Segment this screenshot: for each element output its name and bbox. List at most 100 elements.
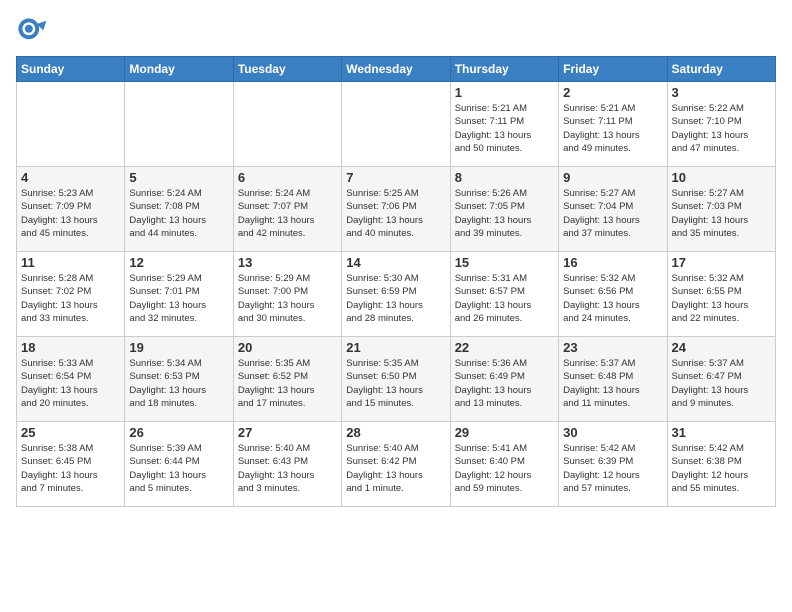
- day-cell: 14Sunrise: 5:30 AM Sunset: 6:59 PM Dayli…: [342, 252, 450, 337]
- header-row: SundayMondayTuesdayWednesdayThursdayFrid…: [17, 57, 776, 82]
- page-header: [16, 16, 776, 48]
- day-number: 23: [563, 340, 662, 355]
- day-info: Sunrise: 5:22 AM Sunset: 7:10 PM Dayligh…: [672, 102, 771, 155]
- day-number: 4: [21, 170, 120, 185]
- day-number: 30: [563, 425, 662, 440]
- day-number: 15: [455, 255, 554, 270]
- day-number: 27: [238, 425, 337, 440]
- day-cell: 19Sunrise: 5:34 AM Sunset: 6:53 PM Dayli…: [125, 337, 233, 422]
- day-cell: 25 Sunrise: 5:38 AM Sunset: 6:45 PM Dayli…: [17, 422, 125, 507]
- day-info: Sunrise: 5:33 AM Sunset: 6:54 PM Dayligh…: [21, 357, 120, 410]
- header-cell-friday: Friday: [559, 57, 667, 82]
- day-cell: 16 Sunrise: 5:32 AM Sunset: 6:56 PM Dayli…: [559, 252, 667, 337]
- day-cell: 31 Sunrise: 5:42 AM Sunset: 6:38 PM Dayli…: [667, 422, 775, 507]
- day-number: 26: [129, 425, 228, 440]
- day-info: Sunrise: 5:37 AM Sunset: 6:47 PM Dayligh…: [672, 357, 771, 410]
- day-cell: 11 Sunrise: 5:28 AM Sunset: 7:02 PM Dayli…: [17, 252, 125, 337]
- day-info: Sunrise: 5:40 AM Sunset: 6:42 PM Dayligh…: [346, 442, 445, 495]
- day-cell: 26 Sunrise: 5:39 AM Sunset: 6:44 PM Dayli…: [125, 422, 233, 507]
- day-info: Sunrise: 5:26 AM Sunset: 7:05 PM Dayligh…: [455, 187, 554, 240]
- day-number: 25: [21, 425, 120, 440]
- day-info: Sunrise: 5:41 AM Sunset: 6:40 PM Dayligh…: [455, 442, 554, 495]
- day-cell: 2 Sunrise: 5:21 AM Sunset: 7:11 PM Daylig…: [559, 82, 667, 167]
- day-cell: 29 Sunrise: 5:41 AM Sunset: 6:40 PM Dayli…: [450, 422, 558, 507]
- day-info: Sunrise: 5:32 AM Sunset: 6:56 PM Dayligh…: [563, 272, 662, 325]
- day-cell: 27 Sunrise: 5:40 AM Sunset: 6:43 PM Dayli…: [233, 422, 341, 507]
- day-info: Sunrise: 5:29 AM Sunset: 7:01 PM Dayligh…: [129, 272, 228, 325]
- week-row-1: 1 Sunrise: 5:21 AM Sunset: 7:11 PM Daylig…: [17, 82, 776, 167]
- day-number: 3: [672, 85, 771, 100]
- day-cell: [17, 82, 125, 167]
- day-info: Sunrise: 5:37 AM Sunset: 6:48 PM Dayligh…: [563, 357, 662, 410]
- day-number: 14: [346, 255, 445, 270]
- day-number: 10: [672, 170, 771, 185]
- day-number: 13: [238, 255, 337, 270]
- day-cell: 5Sunrise: 5:24 AM Sunset: 7:08 PM Daylig…: [125, 167, 233, 252]
- week-row-5: 25 Sunrise: 5:38 AM Sunset: 6:45 PM Dayli…: [17, 422, 776, 507]
- day-cell: 18 Sunrise: 5:33 AM Sunset: 6:54 PM Dayli…: [17, 337, 125, 422]
- day-cell: 24Sunrise: 5:37 AM Sunset: 6:47 PM Dayli…: [667, 337, 775, 422]
- day-number: 11: [21, 255, 120, 270]
- day-info: Sunrise: 5:24 AM Sunset: 7:07 PM Dayligh…: [238, 187, 337, 240]
- day-number: 20: [238, 340, 337, 355]
- day-number: 7: [346, 170, 445, 185]
- day-cell: 6 Sunrise: 5:24 AM Sunset: 7:07 PM Daylig…: [233, 167, 341, 252]
- day-cell: 1 Sunrise: 5:21 AM Sunset: 7:11 PM Daylig…: [450, 82, 558, 167]
- calendar-header: SundayMondayTuesdayWednesdayThursdayFrid…: [17, 57, 776, 82]
- day-info: Sunrise: 5:35 AM Sunset: 6:50 PM Dayligh…: [346, 357, 445, 410]
- day-info: Sunrise: 5:28 AM Sunset: 7:02 PM Dayligh…: [21, 272, 120, 325]
- day-cell: 30Sunrise: 5:42 AM Sunset: 6:39 PM Dayli…: [559, 422, 667, 507]
- day-info: Sunrise: 5:42 AM Sunset: 6:38 PM Dayligh…: [672, 442, 771, 495]
- day-info: Sunrise: 5:27 AM Sunset: 7:03 PM Dayligh…: [672, 187, 771, 240]
- day-info: Sunrise: 5:34 AM Sunset: 6:53 PM Dayligh…: [129, 357, 228, 410]
- day-info: Sunrise: 5:39 AM Sunset: 6:44 PM Dayligh…: [129, 442, 228, 495]
- day-info: Sunrise: 5:21 AM Sunset: 7:11 PM Dayligh…: [455, 102, 554, 155]
- day-cell: 9Sunrise: 5:27 AM Sunset: 7:04 PM Daylig…: [559, 167, 667, 252]
- header-cell-saturday: Saturday: [667, 57, 775, 82]
- day-info: Sunrise: 5:27 AM Sunset: 7:04 PM Dayligh…: [563, 187, 662, 240]
- day-info: Sunrise: 5:38 AM Sunset: 6:45 PM Dayligh…: [21, 442, 120, 495]
- calendar-body: 1 Sunrise: 5:21 AM Sunset: 7:11 PM Daylig…: [17, 82, 776, 507]
- logo: [16, 16, 52, 48]
- day-number: 2: [563, 85, 662, 100]
- week-row-4: 18 Sunrise: 5:33 AM Sunset: 6:54 PM Dayli…: [17, 337, 776, 422]
- day-info: Sunrise: 5:32 AM Sunset: 6:55 PM Dayligh…: [672, 272, 771, 325]
- header-cell-monday: Monday: [125, 57, 233, 82]
- day-number: 1: [455, 85, 554, 100]
- day-number: 31: [672, 425, 771, 440]
- day-number: 17: [672, 255, 771, 270]
- day-cell: 13 Sunrise: 5:29 AM Sunset: 7:00 PM Dayli…: [233, 252, 341, 337]
- header-cell-sunday: Sunday: [17, 57, 125, 82]
- day-cell: 4Sunrise: 5:23 AM Sunset: 7:09 PM Daylig…: [17, 167, 125, 252]
- day-cell: 17 Sunrise: 5:32 AM Sunset: 6:55 PM Dayli…: [667, 252, 775, 337]
- day-cell: [233, 82, 341, 167]
- day-number: 21: [346, 340, 445, 355]
- day-number: 28: [346, 425, 445, 440]
- day-number: 12: [129, 255, 228, 270]
- day-info: Sunrise: 5:25 AM Sunset: 7:06 PM Dayligh…: [346, 187, 445, 240]
- week-row-2: 4Sunrise: 5:23 AM Sunset: 7:09 PM Daylig…: [17, 167, 776, 252]
- day-number: 16: [563, 255, 662, 270]
- day-info: Sunrise: 5:29 AM Sunset: 7:00 PM Dayligh…: [238, 272, 337, 325]
- day-cell: 10 Sunrise: 5:27 AM Sunset: 7:03 PM Dayli…: [667, 167, 775, 252]
- calendar-table: SundayMondayTuesdayWednesdayThursdayFrid…: [16, 56, 776, 507]
- day-info: Sunrise: 5:21 AM Sunset: 7:11 PM Dayligh…: [563, 102, 662, 155]
- day-cell: 12 Sunrise: 5:29 AM Sunset: 7:01 PM Dayli…: [125, 252, 233, 337]
- day-number: 18: [21, 340, 120, 355]
- day-info: Sunrise: 5:35 AM Sunset: 6:52 PM Dayligh…: [238, 357, 337, 410]
- logo-icon: [16, 16, 48, 48]
- header-cell-thursday: Thursday: [450, 57, 558, 82]
- day-number: 6: [238, 170, 337, 185]
- header-cell-wednesday: Wednesday: [342, 57, 450, 82]
- day-cell: 23 Sunrise: 5:37 AM Sunset: 6:48 PM Dayli…: [559, 337, 667, 422]
- header-cell-tuesday: Tuesday: [233, 57, 341, 82]
- day-info: Sunrise: 5:40 AM Sunset: 6:43 PM Dayligh…: [238, 442, 337, 495]
- day-number: 29: [455, 425, 554, 440]
- day-cell: 21 Sunrise: 5:35 AM Sunset: 6:50 PM Dayli…: [342, 337, 450, 422]
- day-info: Sunrise: 5:36 AM Sunset: 6:49 PM Dayligh…: [455, 357, 554, 410]
- day-cell: 7 Sunrise: 5:25 AM Sunset: 7:06 PM Daylig…: [342, 167, 450, 252]
- day-cell: 28 Sunrise: 5:40 AM Sunset: 6:42 PM Dayli…: [342, 422, 450, 507]
- day-info: Sunrise: 5:31 AM Sunset: 6:57 PM Dayligh…: [455, 272, 554, 325]
- day-cell: 8Sunrise: 5:26 AM Sunset: 7:05 PM Daylig…: [450, 167, 558, 252]
- day-cell: 22Sunrise: 5:36 AM Sunset: 6:49 PM Dayli…: [450, 337, 558, 422]
